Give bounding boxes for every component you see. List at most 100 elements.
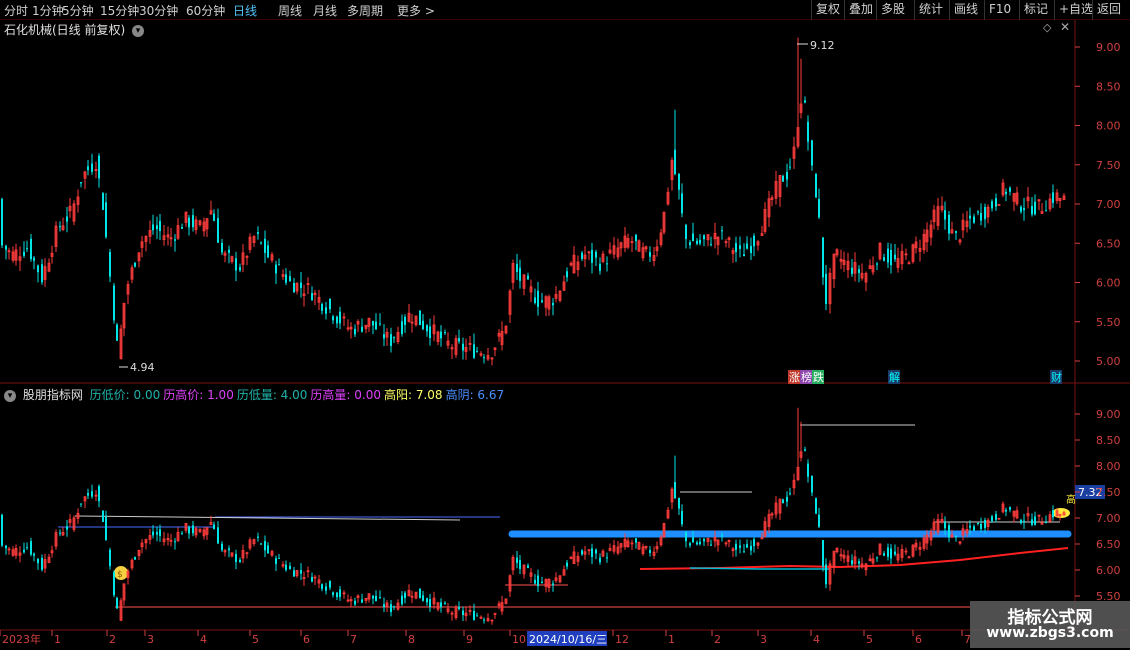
main-candle-body	[1045, 210, 1047, 212]
ind-axis-label-0: 9.00	[1096, 408, 1121, 421]
main-candle-body	[401, 321, 403, 335]
main-candle-body	[375, 321, 377, 330]
ind-candle-body	[825, 564, 827, 585]
main-candle-body	[332, 316, 334, 321]
main-candle-body	[753, 235, 755, 247]
main-candle-body	[566, 271, 568, 278]
main-axis-label-4: 7.00	[1096, 198, 1121, 211]
event-badge-3: 解	[889, 370, 900, 384]
ind-candle-body	[213, 524, 215, 530]
ind-candle-body	[818, 514, 820, 527]
main-candle-body	[33, 257, 35, 261]
ind-candle-body	[703, 538, 705, 542]
indicator-candles	[1, 407, 1066, 625]
main-candle-body	[969, 215, 971, 219]
main-candle-body	[23, 251, 25, 256]
ind-candle-body	[1052, 510, 1054, 518]
ind-candle-body	[91, 491, 93, 497]
time-axis-label-0: 2023年	[2, 632, 41, 646]
ind-candle-body	[174, 541, 176, 543]
ind-axis-label-2: 8.00	[1096, 460, 1121, 473]
main-candle-body	[887, 248, 889, 263]
ind-candle-body	[235, 554, 237, 563]
ind-candle-body	[696, 542, 698, 545]
main-candle-body	[404, 316, 406, 325]
main-candle-body	[822, 237, 824, 278]
main-candle-body	[606, 263, 608, 265]
main-candle-body	[325, 307, 327, 314]
ind-candle-body	[635, 538, 637, 543]
main-candle-body	[174, 239, 176, 241]
ind-candle-body	[134, 557, 136, 560]
main-candle-body	[113, 285, 115, 321]
ind-candle-body	[5, 545, 7, 549]
ind-candle-body	[786, 496, 788, 502]
ind-candle-body	[815, 498, 817, 514]
ind-candle-body	[41, 557, 43, 570]
main-candle-body	[134, 262, 136, 267]
ind-candle-body	[293, 570, 295, 577]
ind-candle-body	[851, 560, 853, 565]
main-candle-body	[321, 303, 323, 311]
main-candle-body	[721, 230, 723, 232]
main-candle-body	[181, 227, 183, 229]
time-axis-label-18: 6	[915, 633, 922, 646]
main-candle-body	[890, 249, 892, 266]
ind-candle-body	[257, 536, 259, 538]
ind-candle-body	[527, 565, 529, 568]
ind-candle-body	[599, 557, 601, 563]
time-axis-label-12: 12	[615, 633, 629, 646]
main-candle-body	[440, 331, 442, 339]
ind-candle-body	[105, 516, 107, 540]
time-axis-label-8: 8	[408, 633, 415, 646]
ind-candle-body	[462, 610, 464, 616]
ind-candle-body	[746, 544, 748, 548]
ind-axis-label-1: 8.50	[1096, 434, 1121, 447]
ind-candle-body	[685, 531, 687, 542]
main-candle-body	[739, 245, 741, 249]
main-candle-body	[674, 149, 676, 175]
ind-candle-body	[739, 545, 741, 548]
main-candle-body	[361, 326, 363, 332]
ind-candle-body	[321, 584, 323, 589]
ind-candle-body	[33, 553, 35, 556]
main-candle-body	[649, 252, 651, 257]
main-candle-body	[26, 248, 28, 250]
event-badge-4: 财	[1051, 370, 1062, 384]
main-candle-body	[260, 242, 262, 244]
ind-candle-body	[1034, 516, 1036, 525]
ind-candle-body	[419, 588, 421, 599]
ind-candle-body	[721, 535, 723, 537]
ind-candle-body	[66, 526, 68, 530]
main-candle-body	[681, 193, 683, 214]
main-candle-body	[883, 257, 885, 261]
ind-candle-body	[977, 522, 979, 524]
main-candle-body	[473, 344, 475, 358]
ind-candle-body	[649, 549, 651, 553]
ind-candle-body	[883, 553, 885, 556]
ind-candle-body	[325, 586, 327, 591]
main-candle-body	[264, 238, 266, 253]
ind-candle-body	[782, 499, 784, 504]
ind-candle-body	[188, 527, 190, 534]
ind-candle-body	[674, 482, 676, 499]
ind-candle-body	[980, 523, 982, 529]
ind-candle-body	[440, 602, 442, 607]
main-candle-body	[275, 264, 277, 274]
main-candle-body	[354, 328, 356, 335]
time-axis-label-15: 3	[760, 633, 767, 646]
main-candle-body	[91, 163, 93, 172]
kline-chart[interactable]: 9.12 4.94 涨榜跌 解 财 $7.32高 9.00 8.50 8.00 7.50 7.0…	[0, 0, 1130, 650]
main-candle-body	[599, 263, 601, 271]
time-cursor-label: 2024/10/16/三	[529, 633, 607, 646]
time-axis-label-6: 6	[303, 633, 310, 646]
money-bag-symbol: $	[117, 570, 123, 580]
ind-candle-body	[984, 520, 986, 529]
ind-candle-body	[30, 541, 32, 555]
main-candle-body	[685, 224, 687, 239]
main-candle-body	[379, 323, 381, 325]
main-candle-body	[311, 293, 313, 301]
main-candle-body	[818, 199, 820, 218]
ind-candle-body	[1, 514, 3, 546]
time-axis-label-4: 4	[200, 633, 207, 646]
